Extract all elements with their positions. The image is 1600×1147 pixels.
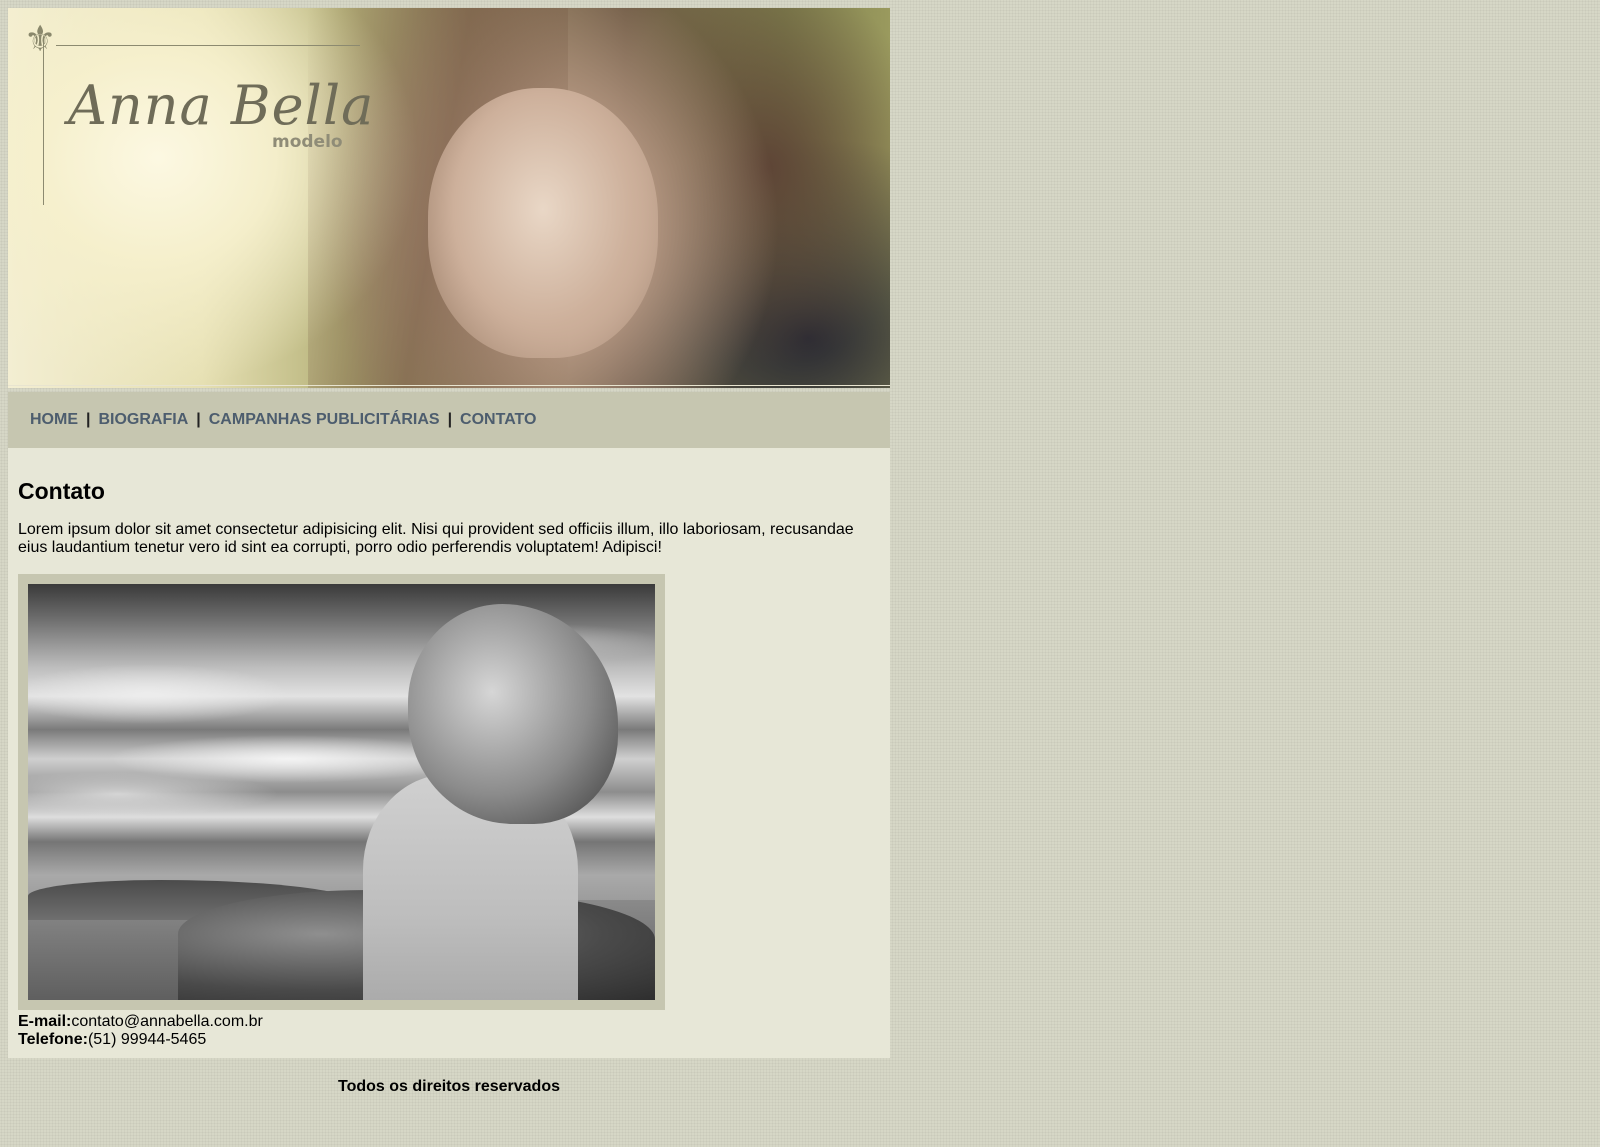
contact-photo [28,584,655,1000]
contact-photo-frame [18,574,665,1010]
logo-frame-vertical-line [43,38,44,205]
email-line: E-mail:contato@annabella.com.br [18,1013,880,1031]
nav-separator: | [196,411,201,428]
phone-label: Telefone: [18,1031,88,1048]
footer: Todos os direitos reservados [8,1078,890,1096]
header-banner: ⚜ Anna Bella modelo [8,8,890,388]
page-wrapper: ⚜ Anna Bella modelo HOME | BIOGRAFIA | C… [8,8,890,1096]
nav-separator: | [86,411,91,428]
logo-frame-horizontal-line [56,45,360,46]
contact-info: E-mail:contato@annabella.com.br Telefone… [18,1013,880,1049]
email-value[interactable]: contato@annabella.com.br [71,1013,262,1030]
nav-link-biografia[interactable]: BIOGRAFIA [98,411,188,429]
fleur-de-lis-icon: ⚜ [24,19,57,60]
page-title: Contato [18,478,105,504]
phone-value: (51) 99944-5465 [87,1031,207,1048]
main-content: Contato Lorem ipsum dolor sit amet conse… [8,448,890,1058]
intro-paragraph: Lorem ipsum dolor sit amet consectetur a… [18,521,854,556]
nav-link-home[interactable]: HOME [30,411,78,429]
banner-bottom-line [8,385,890,386]
email-label: E-mail: [18,1013,72,1030]
main-navigation: HOME | BIOGRAFIA | CAMPANHAS PUBLICITÁRI… [8,392,890,448]
nav-link-contato[interactable]: CONTATO [460,411,536,429]
phone-line: Telefone:(51) 99944-5465 [18,1031,880,1049]
footer-copyright: Todos os direitos reservados [338,1078,560,1095]
logo-title: Anna Bella [68,74,375,137]
logo-subtitle: modelo [272,132,343,152]
nav-link-campanhas[interactable]: CAMPANHAS PUBLICITÁRIAS [209,411,440,429]
nav-separator: | [447,411,453,428]
banner-photo-face [428,88,658,358]
